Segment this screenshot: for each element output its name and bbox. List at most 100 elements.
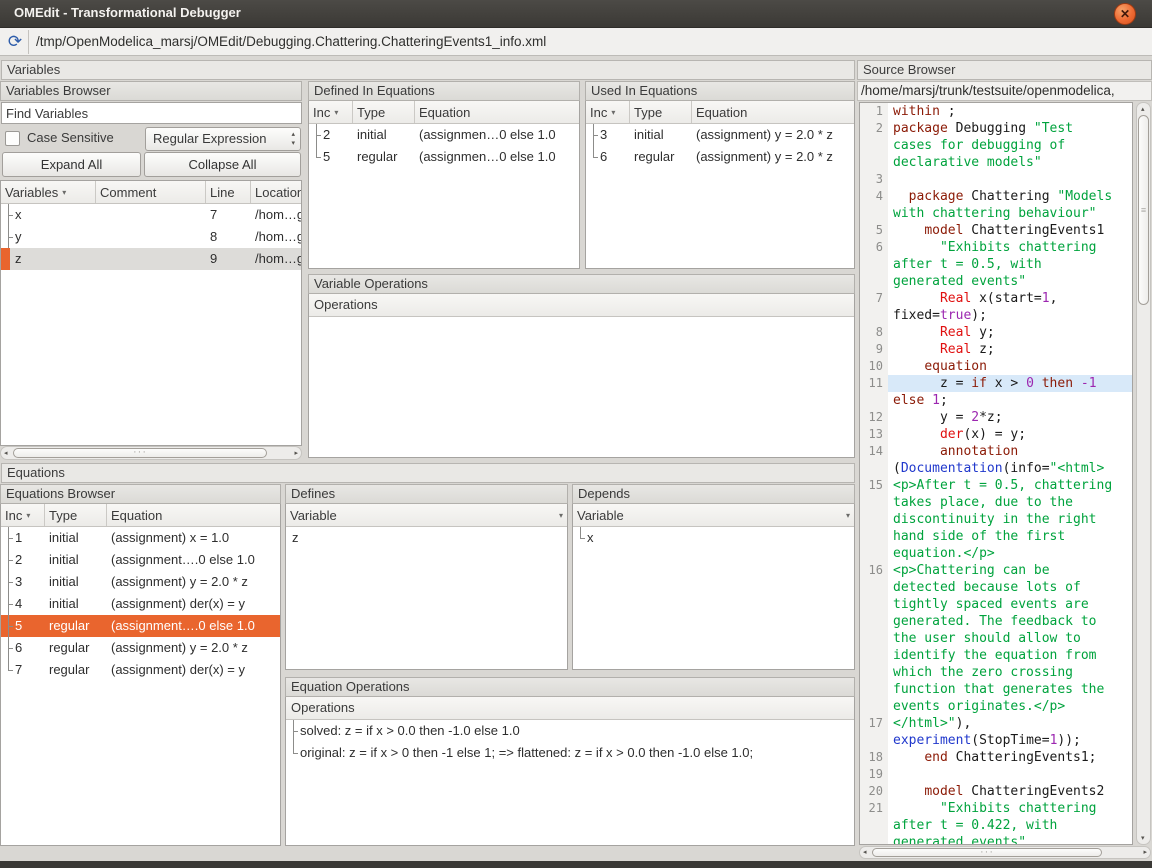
equation-operations-column-header[interactable]: Operations bbox=[286, 697, 854, 720]
tree-branch-icon bbox=[309, 146, 323, 168]
index-cell: 6 bbox=[600, 149, 607, 164]
equation-row[interactable]: 2initial(assignmen…0 else 1.0 bbox=[309, 124, 579, 146]
column-header[interactable]: Line bbox=[206, 181, 251, 203]
tree-branch-icon bbox=[1, 615, 15, 637]
scroll-up-icon[interactable]: ▴ bbox=[1141, 105, 1145, 113]
column-header[interactable]: Inc▾ bbox=[309, 101, 353, 123]
equation-row[interactable]: 2initial(assignment….0 else 1.0 bbox=[1, 549, 280, 571]
defined-in-equations-panel: Defined In Equations Inc▾TypeEquation2in… bbox=[308, 81, 580, 269]
code-line: 10 equation bbox=[860, 358, 1132, 375]
source-horizontal-scrollbar[interactable]: ◂ ▸ bbox=[859, 846, 1151, 859]
code-line-text: y = 2*z; bbox=[888, 409, 1132, 426]
column-header[interactable]: Equation bbox=[692, 101, 854, 123]
code-line-text: tightly spaced events are bbox=[888, 596, 1132, 613]
column-header[interactable]: Type bbox=[45, 504, 107, 526]
code-line-text: model ChatteringEvents1 bbox=[888, 222, 1132, 239]
variable-row[interactable]: x7/hom…g. bbox=[1, 204, 301, 226]
line-number bbox=[860, 579, 888, 596]
scroll-right-icon[interactable]: ▸ bbox=[1143, 848, 1147, 856]
column-header-label: Variable bbox=[577, 508, 624, 523]
equation-row[interactable]: 5regular(assignmen…0 else 1.0 bbox=[309, 146, 579, 168]
comment-cell bbox=[96, 248, 206, 270]
equation-row[interactable]: 3initial(assignment) y = 2.0 * z bbox=[1, 571, 280, 593]
tree-branch-icon bbox=[1, 527, 15, 549]
code-line: equation.</p> bbox=[860, 545, 1132, 562]
code-line-text: (Documentation(info="<html> bbox=[888, 460, 1132, 477]
scroll-down-icon[interactable]: ▾ bbox=[1141, 834, 1145, 842]
scroll-right-icon[interactable]: ▸ bbox=[294, 449, 298, 457]
case-sensitive-checkbox[interactable] bbox=[5, 131, 20, 146]
regex-dropdown[interactable]: Regular Expression ▴▾ bbox=[145, 127, 301, 151]
source-code-editor[interactable]: 1within ;2package Debugging "Testcases f… bbox=[859, 102, 1133, 845]
equation-operations-title: Equation Operations bbox=[285, 677, 855, 697]
code-line: function that generates the bbox=[860, 681, 1132, 698]
depends-title: Depends bbox=[572, 484, 855, 504]
scrollbar-thumb[interactable] bbox=[13, 448, 267, 458]
equation-row[interactable]: 1initial(assignment) x = 1.0 bbox=[1, 527, 280, 549]
column-header[interactable]: Variable▾ bbox=[286, 504, 567, 526]
equation-row[interactable]: 6regular(assignment) y = 2.0 * z bbox=[1, 637, 280, 659]
close-button[interactable]: ✕ bbox=[1114, 3, 1136, 25]
code-line-text: takes place, due to the bbox=[888, 494, 1132, 511]
code-line-text: hand side of the first bbox=[888, 528, 1132, 545]
tree-branch-icon bbox=[309, 124, 323, 146]
column-header[interactable]: Comment bbox=[96, 181, 206, 203]
equation-row[interactable]: 4initial(assignment) der(x) = y bbox=[1, 593, 280, 615]
operation-row[interactable]: original: z = if x > 0 then -1 else 1; =… bbox=[286, 742, 854, 764]
column-header[interactable]: Equation bbox=[107, 504, 280, 526]
line-number: 17 bbox=[860, 715, 888, 732]
column-header[interactable]: Inc▾ bbox=[586, 101, 630, 123]
variable-cell: z bbox=[292, 530, 299, 545]
type-cell: regular bbox=[630, 146, 692, 168]
line-number: 14 bbox=[860, 443, 888, 460]
expand-all-button[interactable]: Expand All bbox=[2, 152, 141, 177]
variable-row[interactable]: z9/hom…g. bbox=[1, 248, 301, 270]
equation-row[interactable]: 6regular(assignment) y = 2.0 * z bbox=[586, 146, 854, 168]
column-header[interactable]: Location bbox=[251, 181, 301, 203]
scrollbar-thumb[interactable] bbox=[1138, 115, 1149, 305]
equation-row[interactable]: 5regular(assignment….0 else 1.0 bbox=[1, 615, 280, 637]
scroll-left-icon[interactable]: ◂ bbox=[4, 449, 8, 457]
column-header[interactable]: Variable▾ bbox=[573, 504, 854, 526]
column-header[interactable]: Inc▾ bbox=[1, 504, 45, 526]
variable-row[interactable]: x bbox=[573, 527, 854, 549]
line-number: 19 bbox=[860, 766, 888, 783]
line-number bbox=[860, 511, 888, 528]
equation-cell: (assignment) x = 1.0 bbox=[107, 527, 280, 549]
column-header[interactable]: Variables▾ bbox=[1, 181, 96, 203]
index-cell: 4 bbox=[15, 596, 22, 611]
code-line: 7 Real x(start=1, bbox=[860, 290, 1132, 307]
variables-horizontal-scrollbar[interactable]: ◂ ▸ bbox=[0, 446, 302, 460]
code-line-text: <p>Chattering can be bbox=[888, 562, 1132, 579]
column-header[interactable]: Equation bbox=[415, 101, 579, 123]
code-line: detected because lots of bbox=[860, 579, 1132, 596]
code-line: after t = 0.5, with bbox=[860, 256, 1132, 273]
tree-branch-icon bbox=[1, 637, 15, 659]
code-line-text: Real x(start=1, bbox=[888, 290, 1132, 307]
operation-row[interactable]: solved: z = if x > 0.0 then -1.0 else 1.… bbox=[286, 720, 854, 742]
collapse-all-button[interactable]: Collapse All bbox=[144, 152, 301, 177]
equation-cell: (assignment) y = 2.0 * z bbox=[107, 637, 280, 659]
variable-operations-panel: Variable Operations Operations bbox=[308, 274, 855, 458]
index-cell: 5 bbox=[323, 149, 330, 164]
comment-cell bbox=[96, 226, 206, 248]
equation-row[interactable]: 3initial(assignment) y = 2.0 * z bbox=[586, 124, 854, 146]
code-line: 17</html>"), bbox=[860, 715, 1132, 732]
code-line: else 1; bbox=[860, 392, 1132, 409]
variable-row[interactable]: y8/hom…g. bbox=[1, 226, 301, 248]
title-bar[interactable]: OMEdit - Transformational Debugger ✕ bbox=[0, 0, 1152, 28]
type-cell: initial bbox=[45, 593, 107, 615]
column-header[interactable]: Type bbox=[630, 101, 692, 123]
code-line: events originates.</p> bbox=[860, 698, 1132, 715]
variable-row[interactable]: z bbox=[286, 527, 567, 549]
equation-row[interactable]: 7regular(assignment) der(x) = y bbox=[1, 659, 280, 681]
column-header[interactable]: Type bbox=[353, 101, 415, 123]
variable-operations-column-header[interactable]: Operations bbox=[309, 294, 854, 317]
refresh-icon[interactable]: ⟳ bbox=[4, 31, 26, 53]
scroll-left-icon[interactable]: ◂ bbox=[863, 848, 867, 856]
code-line-text: experiment(StopTime=1)); bbox=[888, 732, 1132, 749]
tree-branch-icon bbox=[1, 571, 15, 593]
source-vertical-scrollbar[interactable]: ▴ ▾ bbox=[1136, 102, 1151, 845]
find-variables-input[interactable] bbox=[1, 102, 302, 124]
scrollbar-thumb[interactable] bbox=[872, 848, 1102, 857]
